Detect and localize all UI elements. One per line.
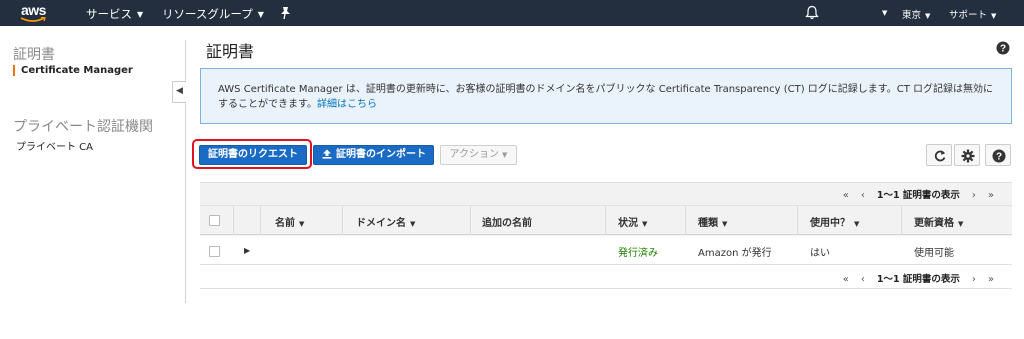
info-banner-text: AWS Certificate Manager は、証明書の更新時に、お客様の証… — [218, 82, 998, 112]
help-button[interactable]: ? — [985, 144, 1011, 166]
column-header-additional-names: 追加の名前 — [482, 214, 532, 229]
status-cell: 発行済み — [618, 248, 658, 259]
column-header-type[interactable]: 種類 ▼ — [698, 214, 727, 229]
next-page-icon[interactable]: › — [972, 274, 976, 285]
prev-page-icon[interactable]: ‹ — [861, 274, 865, 285]
row-divider — [200, 264, 1012, 265]
column-divider — [260, 205, 261, 235]
pagination-label: 1〜1 証明書の表示 — [876, 274, 960, 285]
column-divider — [901, 205, 902, 235]
pagination-bottom: « ‹ 1〜1 証明書の表示 › » — [837, 271, 1000, 285]
last-page-icon[interactable]: » — [988, 190, 994, 201]
column-header-label: 追加の名前 — [482, 218, 532, 229]
sort-down-icon: ▼ — [854, 220, 860, 228]
top-nav: aws サービス ▼ リソースグループ ▼ ▼ 東京 ▼ サポート ▼ — [0, 0, 1024, 26]
sidebar: 証明書 Certificate Manager プライベート認証機関 プライベー… — [0, 26, 186, 339]
aws-logo-text: aws — [21, 2, 46, 18]
svg-text:?: ? — [1000, 44, 1006, 55]
column-header-label: 状況 — [618, 218, 638, 229]
prev-page-icon[interactable]: ‹ — [861, 190, 865, 201]
renewal-cell: 使用可能 — [914, 248, 954, 259]
sort-down-icon: ▼ — [642, 220, 648, 228]
support-menu[interactable]: サポート ▼ — [949, 7, 996, 21]
chevron-down-icon: ▼ — [991, 12, 997, 20]
in-use-cell: はい — [810, 248, 830, 259]
chevron-down-icon: ▼ — [137, 10, 144, 19]
column-divider — [233, 205, 234, 235]
column-header-label: 種類 — [698, 218, 718, 229]
table-bottom-border — [200, 288, 1012, 289]
column-divider — [342, 205, 343, 235]
sort-down-icon: ▼ — [722, 220, 728, 228]
sidebar-heading-private-ca: プライベート認証機関 — [13, 119, 153, 135]
support-menu-label: サポート — [949, 10, 988, 21]
column-divider — [605, 205, 606, 235]
next-page-icon[interactable]: › — [972, 190, 976, 201]
column-header-label: 名前 — [275, 218, 295, 229]
sidebar-item-certificate-manager[interactable]: Certificate Manager — [13, 65, 133, 76]
column-header-domain[interactable]: ドメイン名 ▼ — [356, 214, 415, 229]
first-page-icon[interactable]: « — [843, 190, 849, 201]
last-page-icon[interactable]: » — [988, 274, 994, 285]
chevron-down-icon: ▼ — [882, 9, 888, 17]
row-checkbox[interactable] — [209, 246, 220, 257]
aws-smile-icon — [20, 17, 46, 22]
sidebar-item-private-ca[interactable]: プライベート CA — [16, 138, 93, 153]
bell-icon[interactable] — [805, 5, 819, 20]
pagination-top: « ‹ 1〜1 証明書の表示 › » — [837, 187, 1000, 201]
sidebar-heading-certificates: 証明書 — [13, 47, 55, 63]
gear-icon — [961, 149, 975, 163]
refresh-icon — [934, 150, 946, 162]
svg-text:?: ? — [996, 152, 1002, 163]
sidebar-divider — [185, 40, 186, 303]
type-cell: Amazon が発行 — [698, 248, 772, 259]
column-divider — [470, 205, 471, 235]
pagination-label: 1〜1 証明書の表示 — [876, 190, 960, 201]
column-header-label: 更新資格 — [914, 218, 954, 229]
sidebar-collapse-button[interactable]: ◀ — [172, 81, 186, 103]
column-divider — [685, 205, 686, 235]
sort-down-icon: ▼ — [958, 220, 964, 228]
select-all-checkbox[interactable] — [209, 215, 220, 226]
learn-more-link[interactable]: 詳細はこちら — [317, 99, 377, 110]
chevron-down-icon: ▼ — [502, 151, 508, 159]
sort-down-icon: ▼ — [410, 220, 416, 228]
resource-groups-menu[interactable]: リソースグループ ▼ — [162, 6, 264, 22]
help-icon: ? — [992, 149, 1006, 163]
page-title: 証明書 — [206, 42, 255, 61]
region-menu[interactable]: 東京 ▼ — [902, 7, 930, 21]
column-header-in-use[interactable]: 使用中？ ▼ — [810, 214, 859, 229]
column-header-label: ドメイン名 — [356, 218, 406, 229]
help-icon[interactable]: ? — [996, 41, 1010, 55]
resource-groups-menu-label: リソースグループ — [162, 7, 253, 21]
upload-icon — [322, 149, 332, 159]
import-certificate-button[interactable]: 証明書のインポート — [313, 145, 434, 165]
chevron-down-icon: ▼ — [925, 12, 931, 20]
column-header-renewal[interactable]: 更新資格 ▼ — [914, 214, 963, 229]
table-header — [200, 205, 1012, 235]
caret-left-icon: ◀ — [176, 86, 183, 96]
aws-logo[interactable]: aws — [14, 2, 52, 24]
ct-logging-info-banner: AWS Certificate Manager は、証明書の更新時に、お客様の証… — [200, 68, 1012, 124]
column-header-status[interactable]: 状況 ▼ — [618, 214, 647, 229]
column-divider — [797, 205, 798, 235]
column-header-label: 使用中？ — [810, 218, 850, 229]
account-menu[interactable]: ▼ — [878, 7, 887, 18]
services-menu[interactable]: サービス ▼ — [86, 6, 143, 22]
chevron-down-icon: ▼ — [257, 10, 264, 19]
services-menu-label: サービス — [86, 7, 132, 21]
request-certificate-button[interactable]: 証明書のリクエスト — [199, 145, 307, 165]
expand-row-icon[interactable]: ▶ — [244, 246, 250, 255]
actions-dropdown[interactable]: アクション ▼ — [440, 145, 517, 165]
first-page-icon[interactable]: « — [843, 274, 849, 285]
column-header-name[interactable]: 名前 ▼ — [275, 214, 304, 229]
pin-icon[interactable] — [279, 6, 291, 20]
sort-down-icon: ▼ — [299, 220, 305, 228]
import-certificate-label: 証明書のインポート — [336, 149, 426, 160]
refresh-button[interactable] — [926, 144, 952, 166]
actions-dropdown-label: アクション — [449, 149, 500, 160]
settings-button[interactable] — [954, 144, 980, 166]
region-menu-label: 東京 — [902, 10, 922, 21]
